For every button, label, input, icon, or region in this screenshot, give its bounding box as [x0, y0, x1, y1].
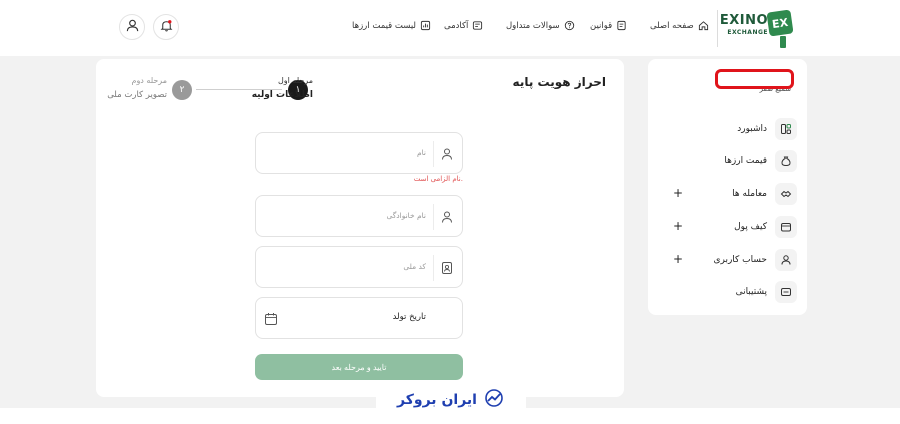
- sidebar-item-label: کیف پول: [734, 222, 767, 232]
- question-icon: [564, 20, 575, 31]
- dashboard-icon: [775, 118, 797, 140]
- nav-prices[interactable]: لیست قیمت ارزها: [352, 20, 431, 31]
- sidebar-item-prices[interactable]: قیمت ارزها: [648, 150, 807, 174]
- expand-icon[interactable]: +: [673, 252, 683, 266]
- page-title: احراز هویت پایه: [512, 75, 606, 89]
- step-2-sublabel: تصویر کارت ملی: [107, 90, 167, 100]
- sidebar-item-account[interactable]: حساب کاربری +: [648, 249, 807, 273]
- profile-button[interactable]: [119, 14, 145, 40]
- sidebar-item-label: پشتیبانی: [735, 287, 767, 297]
- nav-faq[interactable]: سوالات متداول: [506, 20, 575, 31]
- sidebar-item-label: حساب کاربری: [713, 255, 767, 265]
- header-divider: [717, 10, 718, 47]
- academy-icon: [472, 20, 483, 31]
- exchange-icon: [775, 183, 797, 205]
- national-code-input[interactable]: [266, 255, 426, 277]
- user-icon: [440, 146, 454, 160]
- birth-date-label: تاریخ تولد: [392, 312, 426, 322]
- logo-subtitle: EXCHANGE: [727, 29, 768, 36]
- support-icon: [775, 281, 797, 303]
- identity-verification-card: احراز هویت پایه ۱ مرحله اول اطلاعات اولی…: [96, 59, 624, 397]
- sidebar-item-support[interactable]: پشتیبانی: [648, 281, 807, 305]
- coin-bag-icon: [775, 150, 797, 172]
- sidebar-item-label: قیمت ارزها: [724, 156, 767, 166]
- id-card-icon: [440, 260, 454, 274]
- home-icon: [698, 20, 709, 31]
- logo-tag-icon: [780, 36, 786, 48]
- nav-rules[interactable]: قوانین: [590, 20, 627, 31]
- field-separator: [433, 255, 434, 281]
- logo-wordmark: EXINO: [719, 13, 768, 28]
- nav-faq-label: سوالات متداول: [506, 20, 560, 31]
- sidebar-item-label: معامله ها: [732, 189, 767, 199]
- last-name-field[interactable]: [255, 195, 463, 237]
- sidebar-item-wallet[interactable]: کیف پول +: [648, 216, 807, 240]
- sidebar-item-dashboard[interactable]: داشبورد: [648, 118, 807, 142]
- first-name-field[interactable]: [255, 132, 463, 174]
- sidebar-item-trades[interactable]: معامله ها +: [648, 183, 807, 207]
- nav-prices-label: لیست قیمت ارزها: [352, 20, 417, 31]
- nav-rules-label: قوانین: [590, 20, 613, 31]
- watermark-text: ایران بروکر: [397, 392, 477, 408]
- logo-badge: EX: [766, 9, 794, 37]
- birth-date-field[interactable]: تاریخ تولد: [255, 297, 463, 339]
- calendar-icon: [264, 311, 278, 325]
- first-name-input[interactable]: [266, 141, 426, 163]
- nav-home[interactable]: صفحه اصلی: [650, 20, 709, 31]
- step-1-sublabel: اطلاعات اولیه: [251, 90, 313, 100]
- expand-icon[interactable]: +: [673, 219, 683, 233]
- step-2-label: مرحله دوم: [131, 76, 167, 85]
- expand-icon[interactable]: +: [673, 186, 683, 200]
- field-separator: [433, 204, 434, 230]
- nav-home-label: صفحه اصلی: [650, 20, 694, 31]
- national-code-field[interactable]: [255, 246, 463, 288]
- nav-academy-label: آکادمی: [444, 20, 469, 31]
- wallet-icon: [775, 216, 797, 238]
- chart-icon: [420, 20, 431, 31]
- bell-icon: [159, 18, 174, 37]
- step-1-label: مرحله اول: [277, 76, 313, 85]
- annotation-highlight: [715, 69, 794, 89]
- user-icon: [125, 18, 140, 37]
- step-connector: [196, 89, 282, 90]
- nav-academy[interactable]: آکادمی: [444, 20, 483, 31]
- notification-button[interactable]: [153, 14, 179, 40]
- exino-logo[interactable]: EXINO EXCHANGE EX: [720, 9, 798, 49]
- confirm-next-step-button[interactable]: تایید و مرحله بعد: [255, 354, 463, 380]
- iranbroker-watermark: ایران بروکر: [376, 386, 526, 414]
- sidebar: سمیع صفر داشبورد قیمت ارزها معامله ها + …: [648, 59, 807, 315]
- field-separator: [433, 141, 434, 167]
- first-name-error: نام الزامی است.: [413, 175, 463, 183]
- step-2-indicator: ۲: [172, 80, 192, 100]
- last-name-input[interactable]: [266, 204, 426, 226]
- trend-icon: [483, 389, 505, 411]
- sidebar-item-label: داشبورد: [737, 124, 767, 134]
- user-icon: [440, 209, 454, 223]
- document-icon: [616, 20, 627, 31]
- user-icon: [775, 249, 797, 271]
